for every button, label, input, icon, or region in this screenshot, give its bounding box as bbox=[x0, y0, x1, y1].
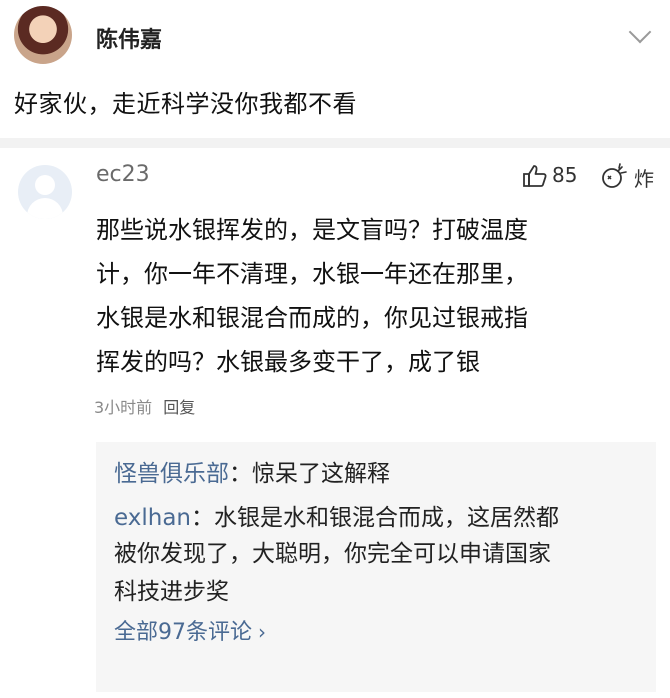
commenter-name[interactable]: ec23 bbox=[96, 162, 150, 187]
comment-time: 3小时前 bbox=[94, 398, 153, 417]
post-text: 好家伙，走近科学没你我都不看 bbox=[14, 90, 357, 118]
author-name[interactable]: 陈伟嘉 bbox=[96, 22, 162, 54]
comment-meta: 3小时前 回复 bbox=[94, 394, 195, 418]
reply-text: 惊呆了这解释 bbox=[252, 461, 390, 487]
reply-item[interactable]: exlhan：水银是水和银混合而成，这居然都 bbox=[114, 498, 559, 532]
reply-item[interactable]: 怪兽俱乐部：惊呆了这解释 bbox=[114, 454, 390, 488]
author-avatar[interactable] bbox=[14, 6, 72, 64]
reply-user[interactable]: exlhan bbox=[114, 505, 191, 531]
replies-box: 怪兽俱乐部：惊呆了这解释 exlhan：水银是水和银混合而成，这居然都 被你发现… bbox=[96, 442, 656, 692]
reply-button[interactable]: 回复 bbox=[163, 398, 195, 417]
boom-icon bbox=[602, 163, 627, 188]
comment-text: 那些说水银挥发的，是文盲吗？打破温度 计，你一年不清理，水银一年还在那里， 水银… bbox=[96, 208, 662, 384]
divider bbox=[0, 138, 670, 148]
comment-line: 计，你一年不清理，水银一年还在那里， bbox=[96, 260, 528, 288]
reply-separator: ： bbox=[191, 505, 214, 531]
reply-separator: ： bbox=[229, 461, 252, 487]
view-all-comments-link[interactable]: 全部97条评论 › bbox=[114, 614, 266, 646]
chevron-down-icon[interactable] bbox=[628, 20, 652, 44]
comment-line: 水银是水和银混合而成的，你见过银戒指 bbox=[96, 304, 528, 332]
chevron-right-icon: › bbox=[258, 620, 266, 644]
post-header: 陈伟嘉 bbox=[14, 6, 656, 64]
view-all-label: 全部97条评论 bbox=[114, 620, 252, 645]
reply-user[interactable]: 怪兽俱乐部 bbox=[114, 461, 229, 487]
reply-text-continued: 科技进步奖 bbox=[114, 579, 229, 605]
default-avatar-icon[interactable] bbox=[18, 165, 72, 219]
thumbs-up-icon bbox=[523, 165, 547, 187]
like-count: 85 bbox=[552, 163, 578, 187]
comment-line: 那些说水银挥发的，是文盲吗？打破温度 bbox=[96, 216, 528, 244]
comment-line: 挥发的吗？水银最多变干了，成了银 bbox=[96, 348, 480, 376]
reply-text: 水银是水和银混合而成，这居然都 bbox=[214, 505, 559, 531]
boom-label: 炸 bbox=[634, 167, 654, 191]
reply-text-continued: 被你发现了，大聪明，你完全可以申请国家 bbox=[114, 541, 551, 567]
